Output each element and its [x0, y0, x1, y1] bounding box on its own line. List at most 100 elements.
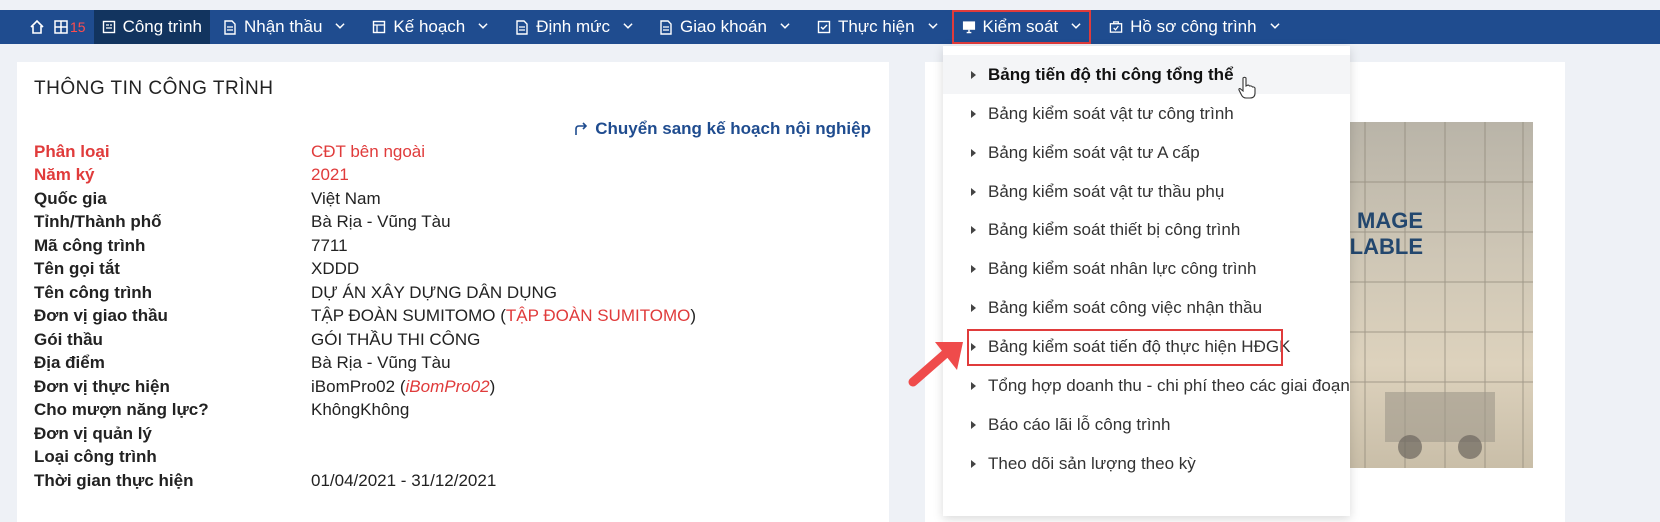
dropdown-item-label: Bảng kiểm soát nhân lực công trình — [988, 258, 1257, 278]
chevron-down-icon — [1071, 22, 1081, 32]
nav-item-label: Công trình — [122, 17, 202, 36]
dropdown-item-label: Bảng kiểm soát vật tư A cấp — [988, 142, 1200, 162]
info-value: 01/04/2021 - 31/12/2021 — [311, 471, 496, 491]
nav-item-0[interactable]: Công trình — [93, 10, 210, 44]
notification-badge: 15 — [70, 19, 86, 35]
nav-item-5[interactable]: Thực hiện — [803, 10, 952, 44]
caret-right-icon — [971, 303, 976, 312]
dropdown-item-3[interactable]: Bảng kiểm soát vật tư thầu phụ — [943, 172, 1350, 211]
info-row: Năm ký 2021 — [34, 164, 696, 188]
info-row: Mã công trình 7711 — [34, 234, 696, 258]
info-row: Đơn vị quản lý — [34, 422, 696, 446]
briefcase-icon — [1109, 20, 1123, 34]
nav-item-3[interactable]: Định mức — [502, 10, 646, 44]
info-value: iBomPro02 (iBomPro02) — [311, 376, 496, 396]
dropdown-item-label: Bảng kiểm soát công việc nhận thầu — [988, 297, 1263, 317]
info-row: Gói thầu GÓI THẦU THI CÔNG — [34, 328, 696, 352]
dropdown-item-9[interactable]: Báo cáo lãi lỗ công trình — [943, 405, 1350, 444]
caret-right-icon — [971, 264, 976, 273]
info-label: Mã công trình — [34, 235, 146, 255]
info-value-text: Bà Rịa - Vũng Tàu — [311, 212, 451, 232]
dropdown-item-8[interactable]: Tổng hợp doanh thu - chi phí theo các gi… — [943, 366, 1350, 405]
info-row: Đơn vị thực hiện iBomPro02 (iBomPro02) — [34, 375, 696, 399]
dropdown-item-2[interactable]: Bảng kiểm soát vật tư A cấp — [943, 133, 1350, 172]
info-value-text: DỰ ÁN XÂY DỰNG DÂN DỤNG — [311, 282, 557, 302]
project-info-card: THÔNG TIN CÔNG TRÌNH Chuyển sang kế hoạc… — [17, 62, 889, 522]
info-label: Gói thầu — [34, 329, 103, 349]
info-label: Tên gọi tắt — [34, 259, 120, 279]
info-value: CĐT bên ngoài — [311, 142, 425, 162]
info-label: Đơn vị quản lý — [34, 423, 152, 443]
info-value-extra: TẬP ĐOÀN SUMITOMO — [505, 306, 691, 326]
info-value: XDDD — [311, 259, 359, 279]
convert-plan-link[interactable]: Chuyển sang kế hoạch nội nghiệp — [573, 119, 871, 139]
info-value-text: Việt Nam — [311, 188, 381, 208]
nav-item-1[interactable]: Nhận thầu — [210, 10, 358, 44]
dropdown-item-6[interactable]: Bảng kiểm soát công việc nhận thầu — [943, 288, 1350, 327]
convert-plan-label: Chuyển sang kế hoạch nội nghiệp — [595, 119, 871, 138]
info-value-extra: iBomPro02 — [405, 376, 490, 396]
info-label: Địa điểm — [34, 353, 105, 373]
caret-right-icon — [971, 225, 976, 234]
info-row: Phân loại CĐT bên ngoài — [34, 140, 696, 164]
info-row: Quốc gia Việt Nam — [34, 187, 696, 211]
chevron-down-icon — [478, 22, 488, 32]
red-arrow-icon — [908, 342, 963, 387]
document-icon — [659, 20, 673, 35]
caret-right-icon — [971, 459, 976, 468]
caret-right-icon — [971, 109, 976, 118]
info-value-text: GÓI THẦU THI CÔNG — [311, 329, 481, 349]
dropdown-item-label: Bảng kiểm soát vật tư thầu phụ — [988, 181, 1225, 201]
checklist-icon — [817, 20, 831, 34]
dropdown-item-label: Bảng kiểm soát thiết bị công trình — [988, 219, 1241, 239]
document-icon — [515, 20, 529, 35]
chevron-down-icon — [927, 22, 938, 32]
card-title: THÔNG TIN CÔNG TRÌNH — [34, 78, 274, 99]
dropdown-item-label: Bảng tiến độ thi công tổng thể — [988, 64, 1234, 84]
info-label: Tỉnh/Thành phố — [34, 212, 162, 232]
info-row: Tên gọi tắt XDDD — [34, 258, 696, 282]
info-value: GÓI THẦU THI CÔNG — [311, 330, 480, 350]
project-image: MAGE LABLE — [1345, 122, 1533, 468]
hand-cursor-icon — [1238, 76, 1256, 99]
building-icon — [102, 20, 116, 34]
info-value-text: Bà Rịa - Vũng Tàu — [311, 353, 451, 373]
grid-icon[interactable] — [50, 10, 72, 44]
info-list: Phân loại CĐT bên ngoài Năm ký 2021 Quốc gia… — [34, 140, 696, 493]
kiem-soat-dropdown-menu: Bảng tiến độ thi công tổng thể Bảng kiểm … — [943, 46, 1350, 516]
info-row: Địa điểm Bà Rịa - Vũng Tàu — [34, 352, 696, 376]
info-value-text: iBomPro02 — [311, 376, 396, 396]
caret-right-icon — [971, 420, 976, 429]
nav-item-7[interactable]: Hồ sơ công trình — [1095, 10, 1293, 44]
caret-right-icon — [971, 381, 976, 390]
info-row: Thời gian thực hiện 01/04/2021 - 31/12/20… — [34, 469, 696, 493]
nav-item-label: Kế hoạch — [393, 17, 466, 36]
info-label: Quốc gia — [34, 188, 107, 208]
home-icon[interactable] — [24, 10, 50, 44]
image-text-2: LABLE — [1349, 234, 1423, 259]
info-row: Loại công trình — [34, 446, 696, 470]
caret-right-icon — [971, 148, 976, 157]
info-value: KhôngKhông — [311, 400, 409, 420]
nav-item-label: Hồ sơ công trình — [1130, 17, 1257, 36]
dropdown-item-1[interactable]: Bảng kiểm soát vật tư công trình — [943, 94, 1350, 133]
dropdown-item-4[interactable]: Bảng kiểm soát thiết bị công trình — [943, 210, 1350, 249]
info-row: Cho mượn năng lực? KhôngKhông — [34, 399, 696, 423]
dropdown-item-label: Bảng kiểm soát vật tư công trình — [988, 103, 1234, 123]
dropdown-item-10[interactable]: Theo dõi sản lượng theo kỳ — [943, 444, 1350, 483]
nav-item-6[interactable]: Kiểm soát — [951, 10, 1092, 44]
caret-right-icon — [971, 70, 976, 79]
nav-item-2[interactable]: Kế hoạch — [358, 10, 502, 44]
info-value-text: 01/04/2021 - 31/12/2021 — [311, 470, 497, 490]
top-navbar: 15 Công trình Nhận thầu Kế hoạch Định mức Gi… — [0, 10, 1660, 44]
dropdown-item-5[interactable]: Bảng kiểm soát nhân lực công trình — [943, 249, 1350, 288]
nav-item-4[interactable]: Giao khoán — [646, 10, 803, 44]
info-label: Cho mượn năng lực? — [34, 400, 209, 420]
dropdown-item-0[interactable]: Bảng tiến độ thi công tổng thể — [943, 55, 1350, 94]
nav-item-label: Nhận thầu — [243, 17, 323, 36]
image-text-1: MAGE — [1357, 208, 1423, 233]
dropdown-item-label: Báo cáo lãi lỗ công trình — [988, 414, 1171, 434]
document-icon — [223, 20, 237, 35]
info-row: Tỉnh/Thành phố Bà Rịa - Vũng Tàu — [34, 211, 696, 235]
info-value: TẬP ĐOÀN SUMITOMO (TẬP ĐOÀN SUMITOMO) — [311, 306, 697, 326]
